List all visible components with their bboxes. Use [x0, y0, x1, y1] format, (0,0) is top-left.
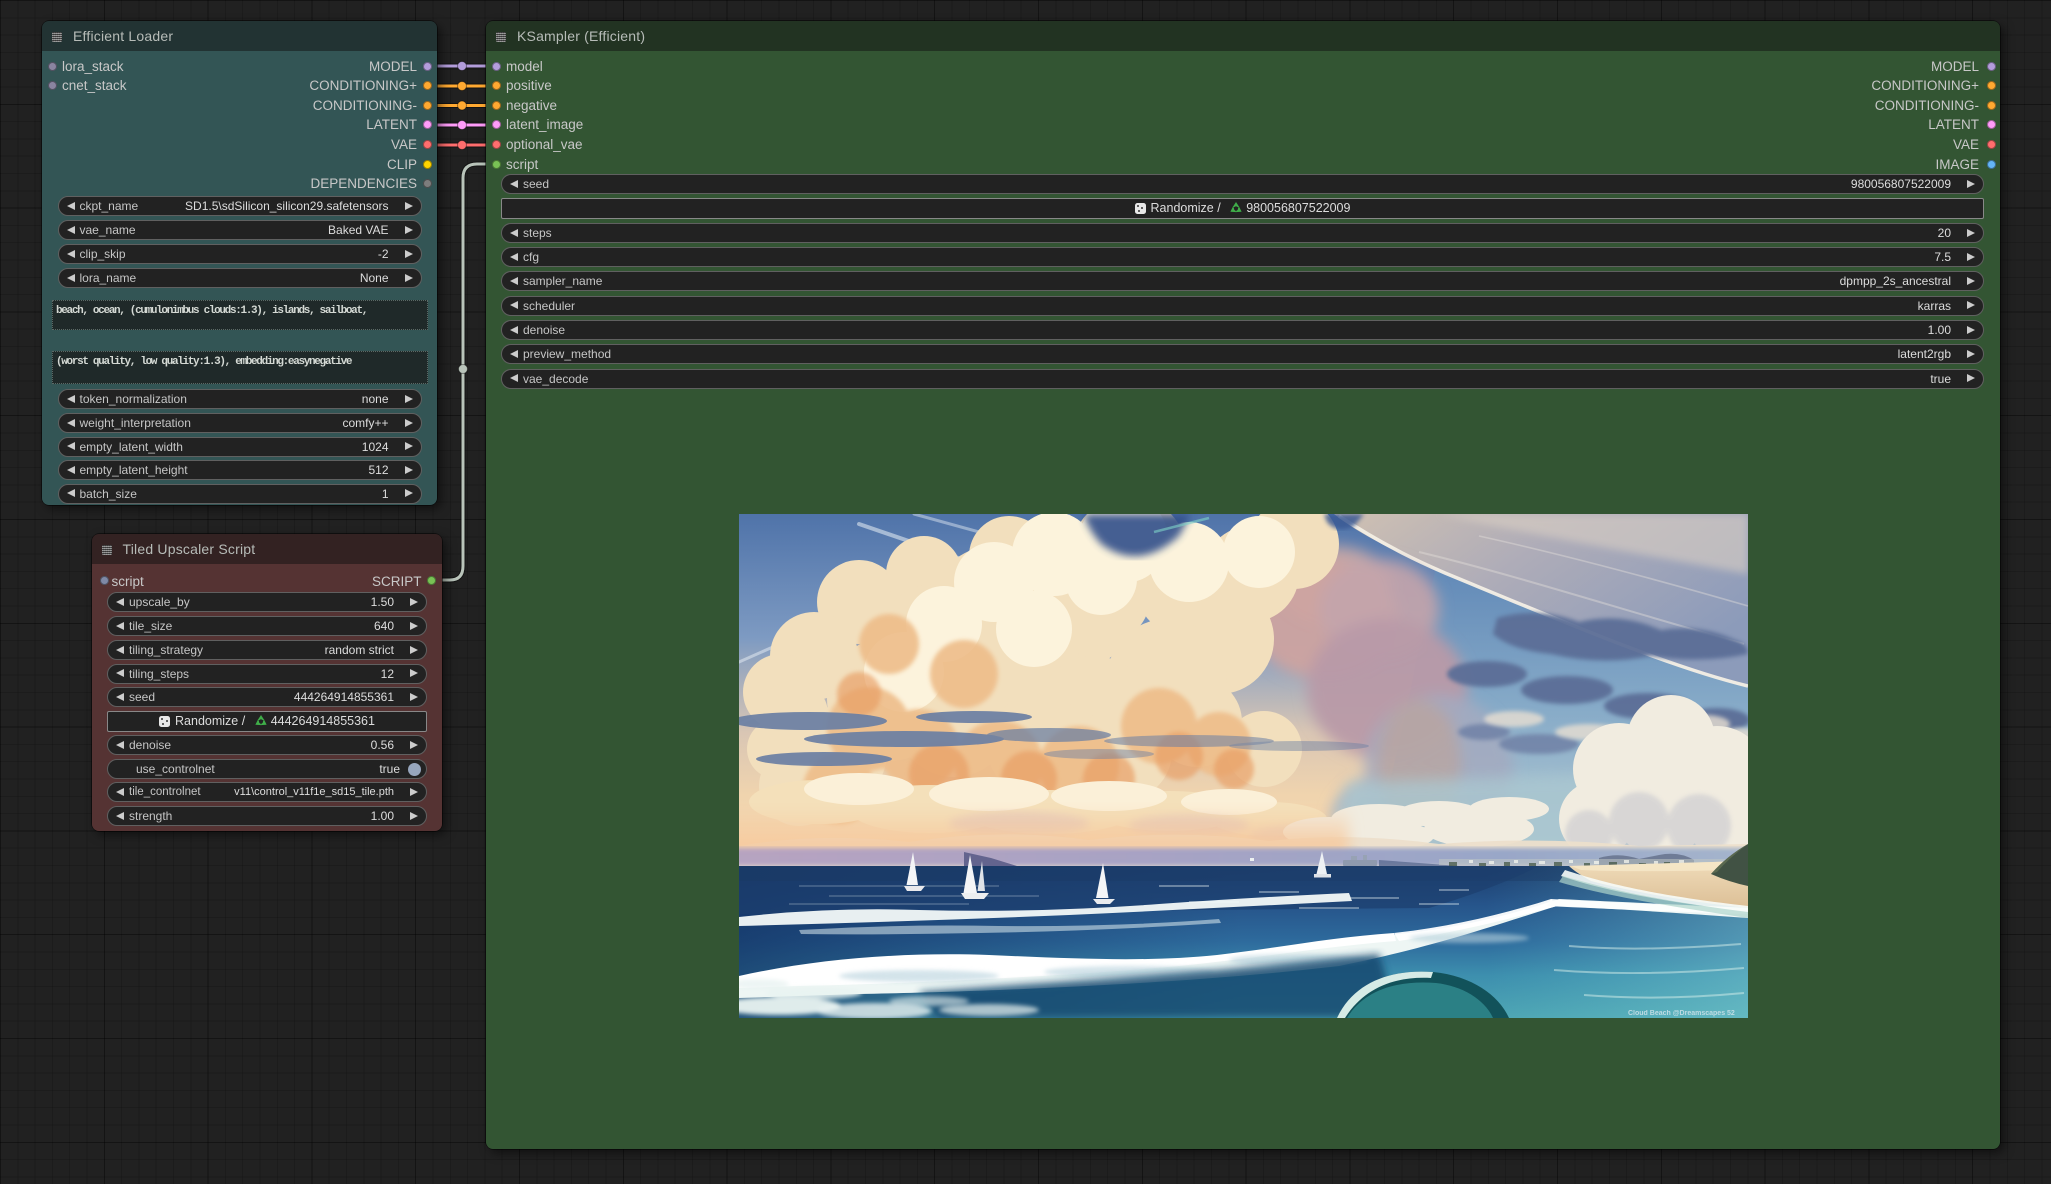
svg-text:Cloud Beach @Dreamscapes 52: Cloud Beach @Dreamscapes 52 — [1628, 1010, 1735, 1017]
